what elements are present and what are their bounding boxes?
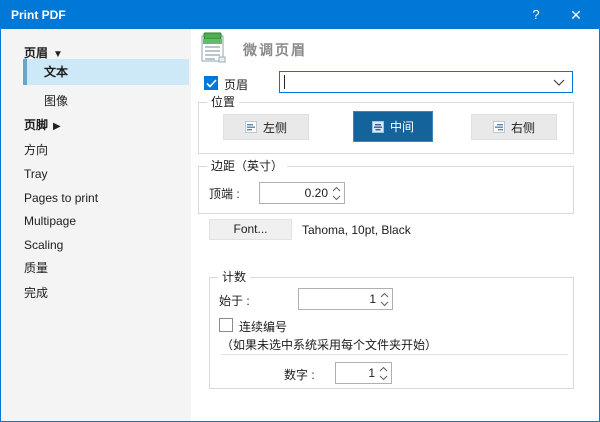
sidebar-item-label: 质量 [24, 261, 49, 275]
spinner-arrows-icon[interactable] [332, 186, 341, 201]
sidebar-item-finish[interactable]: 完成 [2, 281, 191, 305]
position-group-legend: 位置 [207, 95, 240, 109]
help-button[interactable]: ? [519, 1, 553, 29]
close-button[interactable]: ✕ [559, 1, 593, 29]
header-text-combobox[interactable] [279, 71, 573, 93]
header-page-icon [199, 31, 229, 66]
align-right-label: 右侧 [510, 120, 535, 135]
sidebar-item-footer[interactable]: 页脚 ▶ [2, 113, 191, 137]
sidebar-item-multipage[interactable]: Multipage [2, 209, 191, 233]
start-at-spinner[interactable]: 1 [298, 288, 393, 310]
header-checkbox-label: 页眉 [224, 78, 249, 92]
sidebar-item-image[interactable]: 图像 [2, 89, 191, 113]
titlebar: Print PDF ? ✕ [1, 1, 599, 29]
align-left-icon [244, 121, 257, 133]
sidebar-item-label: Pages to print [24, 191, 99, 205]
selection-accent-bar [23, 59, 27, 85]
start-at-label: 始于 : [219, 294, 250, 308]
check-icon [206, 79, 217, 88]
spinner-arrows-icon[interactable] [379, 366, 388, 381]
chevron-right-icon: ▶ [53, 121, 61, 132]
font-button[interactable]: Font... [209, 219, 292, 240]
sidebar-item-label: 页脚 [24, 118, 49, 132]
align-left-button[interactable]: 左侧 [223, 114, 309, 140]
sidebar-item-label: 页眉 [24, 46, 49, 60]
number-spinner[interactable]: 1 [335, 362, 392, 384]
sidebar-item-label: 文本 [44, 65, 69, 79]
top-margin-label: 顶端 : [209, 187, 240, 201]
sidebar-item-label: 方向 [24, 143, 49, 157]
sidebar-item-label: Multipage [24, 214, 77, 228]
sidebar-item-label: 图像 [44, 94, 69, 108]
start-at-value: 1 [369, 292, 376, 306]
font-summary: Tahoma, 10pt, Black [302, 223, 411, 237]
sidebar-item-pages-to-print[interactable]: Pages to print [2, 186, 191, 210]
sidebar-item-quality[interactable]: 质量 [2, 256, 191, 280]
align-center-icon [371, 120, 384, 133]
continuous-numbering-label: 连续编号 [239, 320, 288, 334]
align-left-label: 左侧 [262, 120, 287, 135]
position-group: 位置 左侧 中间 右侧 [198, 95, 574, 154]
continuous-numbering-checkbox[interactable] [219, 318, 233, 332]
sidebar-item-label: 完成 [24, 286, 49, 300]
top-margin-value: 0.20 [304, 186, 328, 200]
margin-group: 边距（英寸） 顶端 : 0.20 [198, 159, 574, 214]
spinner-arrows-icon[interactable] [380, 292, 389, 307]
text-caret [284, 75, 285, 89]
align-right-button[interactable]: 右侧 [471, 114, 557, 140]
chevron-down-icon [553, 79, 565, 86]
sidebar-item-scaling[interactable]: Scaling [2, 233, 191, 257]
window-title: Print PDF [11, 8, 66, 22]
count-group-legend: 计数 [218, 270, 251, 284]
print-pdf-dialog: Print PDF ? ✕ 页眉 ▼ 文本 图像 页脚 ▶ 方向 Tray Page… [0, 0, 600, 422]
page-title: 微调页眉 [243, 42, 307, 58]
sidebar-item-label: Tray [24, 167, 48, 181]
sidebar: 页眉 ▼ 文本 图像 页脚 ▶ 方向 Tray Pages to print Mul… [2, 29, 191, 421]
number-label: 数字 : [284, 368, 315, 382]
sidebar-item-orientation[interactable]: 方向 [2, 138, 191, 162]
align-center-button[interactable]: 中间 [353, 111, 433, 142]
header-checkbox[interactable] [204, 76, 218, 90]
sidebar-item-tray[interactable]: Tray [2, 162, 191, 186]
count-group-divider [221, 354, 568, 355]
sidebar-item-text[interactable]: 文本 [23, 59, 189, 85]
margin-group-legend: 边距（英寸） [207, 159, 288, 173]
align-center-label: 中间 [389, 120, 414, 134]
sidebar-item-label: Scaling [24, 238, 64, 252]
continuous-numbering-note: （如果未选中系统采用每个文件夹开始） [221, 338, 438, 352]
number-value: 1 [368, 366, 375, 380]
top-margin-spinner[interactable]: 0.20 [259, 182, 345, 204]
align-right-icon [492, 121, 505, 133]
